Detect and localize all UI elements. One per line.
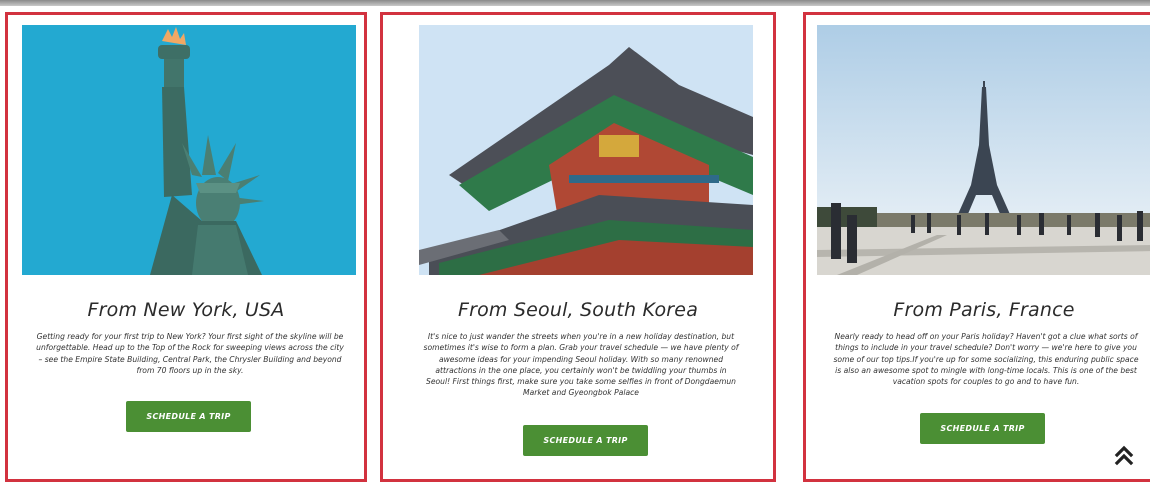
statue-of-liberty-image [22, 25, 356, 275]
card-description: Nearly ready to head off on your Paris h… [833, 332, 1139, 387]
gyeongbok-palace-image [419, 25, 753, 275]
trip-card-seoul: From Seoul, South Korea It's nice to jus… [380, 12, 776, 482]
card-title: From Seoul, South Korea [457, 299, 699, 321]
double-chevron-up-icon[interactable] [1114, 444, 1134, 466]
card-description: It's nice to just wander the streets whe… [423, 332, 739, 398]
eiffel-tower-image [817, 25, 1150, 275]
card-description: Getting ready for your first trip to New… [36, 332, 344, 375]
top-divider [0, 0, 1150, 6]
schedule-trip-button[interactable]: SCHEDULE A TRIP [126, 401, 251, 432]
trip-card-new-york: From New York, USA Getting ready for you… [5, 12, 367, 482]
card-title: From New York, USA [87, 299, 285, 321]
card-title: From Paris, France [893, 299, 1075, 321]
schedule-trip-button[interactable]: SCHEDULE A TRIP [920, 413, 1045, 444]
schedule-trip-button[interactable]: SCHEDULE A TRIP [523, 425, 648, 456]
trip-card-paris: From Paris, France Nearly ready to head … [803, 12, 1150, 482]
